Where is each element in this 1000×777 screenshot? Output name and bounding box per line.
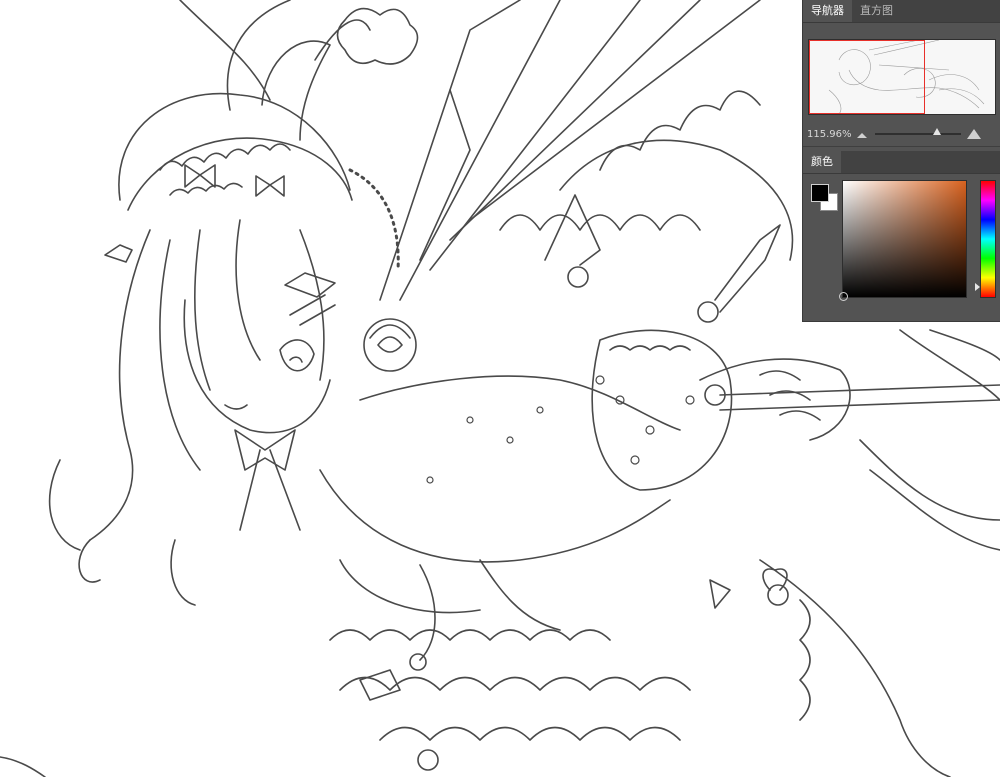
tab-histogram[interactable]: 直方图 (852, 0, 901, 22)
saturation-brightness-field[interactable] (839, 180, 967, 301)
navigator-view-rectangle[interactable] (809, 40, 925, 114)
tab-navigator[interactable]: 导航器 (803, 0, 852, 22)
color-tabbar: 颜色 (803, 151, 1000, 174)
mountain-large-icon[interactable] (967, 127, 981, 141)
panel-dock: 导航器 直方图 115.96% 颜色 (802, 0, 1000, 322)
zoom-row: 115.96% (803, 122, 1000, 147)
tab-color[interactable]: 颜色 (803, 151, 841, 173)
mountain-small-icon[interactable] (855, 127, 869, 141)
navigator-thumbnail[interactable] (808, 39, 996, 115)
foreground-color-swatch[interactable] (811, 184, 829, 202)
zoom-slider-thumb[interactable] (932, 128, 941, 135)
zoom-slider[interactable] (875, 128, 961, 135)
navigator-tabbar: 导航器 直方图 (803, 0, 1000, 23)
color-panel-body (803, 174, 1000, 324)
triangle-pointer-icon[interactable] (975, 283, 980, 291)
hue-slider[interactable] (975, 180, 996, 298)
zoom-level-readout[interactable]: 115.96% (807, 129, 855, 140)
color-picker-marker[interactable] (839, 292, 848, 301)
navigator-body (803, 23, 1000, 122)
